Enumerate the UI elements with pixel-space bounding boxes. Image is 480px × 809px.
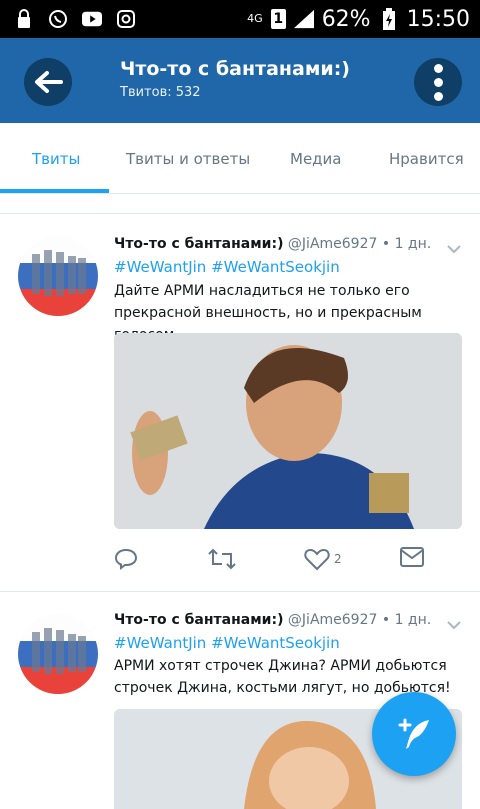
tab-tweets-and-replies[interactable]: Твиты и ответы bbox=[126, 150, 250, 168]
tab-media[interactable]: Медиа bbox=[290, 150, 341, 168]
retweet-icon bbox=[208, 548, 236, 570]
battery-percent: 62% bbox=[321, 6, 371, 32]
reply-button[interactable] bbox=[114, 547, 138, 571]
tweet-header: Что-то с бантанами:) @JiAme6927 • 1 дн. bbox=[114, 236, 431, 252]
tab-tweets[interactable]: Твиты bbox=[32, 150, 80, 168]
retweet-button[interactable] bbox=[208, 547, 236, 571]
author-name[interactable]: Что-то с бантанами:) bbox=[114, 236, 283, 252]
tweet-hashtags[interactable]: #WeWantJin #WeWantSeokjin bbox=[114, 634, 340, 652]
profile-tabs: Твиты Твиты и ответы Медиа Нравится bbox=[0, 123, 480, 194]
lock-icon bbox=[14, 9, 34, 29]
chevron-down-icon[interactable] bbox=[446, 620, 462, 630]
signal-icon bbox=[293, 9, 314, 29]
tweet-actions: 2 bbox=[114, 547, 464, 577]
reply-icon bbox=[114, 548, 138, 570]
back-button[interactable] bbox=[24, 58, 72, 106]
youtube-icon bbox=[82, 9, 102, 29]
active-tab-indicator bbox=[0, 189, 109, 193]
page-title: Что-то с бантанами:) bbox=[120, 58, 350, 80]
direct-message-button[interactable] bbox=[400, 547, 424, 567]
more-vertical-icon bbox=[433, 63, 443, 101]
network-indicator: 4G bbox=[247, 12, 263, 25]
status-bar: 4G 1 62% 15:50 bbox=[0, 0, 480, 38]
app-bar: Что-то с бантанами:) Твитов: 532 bbox=[0, 38, 480, 123]
whatsapp-icon bbox=[48, 9, 68, 29]
author-name[interactable]: Что-то с бантанами:) bbox=[114, 612, 283, 628]
tweet-card[interactable]: Что-то с бантанами:) @JiAme6927 • 1 дн. … bbox=[0, 214, 480, 591]
tab-likes[interactable]: Нравится bbox=[389, 150, 464, 168]
like-count: 2 bbox=[334, 552, 342, 566]
tweet-time: • 1 дн. bbox=[381, 612, 432, 628]
quill-plus-icon bbox=[398, 718, 429, 749]
clock: 15:50 bbox=[406, 6, 470, 32]
camera-icon bbox=[116, 9, 136, 29]
chevron-down-icon[interactable] bbox=[446, 244, 462, 254]
arrow-left-icon bbox=[35, 71, 63, 93]
avatar[interactable] bbox=[18, 614, 98, 694]
tweet-time: • 1 дн. bbox=[381, 236, 432, 252]
avatar[interactable] bbox=[18, 236, 98, 316]
tweet-image[interactable] bbox=[114, 333, 462, 529]
author-handle[interactable]: @JiAme6927 bbox=[288, 236, 377, 252]
heart-icon bbox=[304, 548, 330, 571]
author-handle[interactable]: @JiAme6927 bbox=[288, 612, 377, 628]
tweet-hashtags[interactable]: #WeWantJin #WeWantSeokjin bbox=[114, 258, 340, 276]
sim-badge: 1 bbox=[270, 9, 286, 29]
battery-icon bbox=[379, 8, 399, 30]
like-button[interactable]: 2 bbox=[304, 547, 342, 571]
tweet-header: Что-то с бантанами:) @JiAme6927 • 1 дн. bbox=[114, 612, 431, 628]
overflow-menu-button[interactable] bbox=[414, 58, 462, 106]
tweet-count: Твитов: 532 bbox=[120, 85, 201, 100]
compose-tweet-button[interactable] bbox=[372, 692, 456, 776]
envelope-icon bbox=[400, 547, 424, 567]
